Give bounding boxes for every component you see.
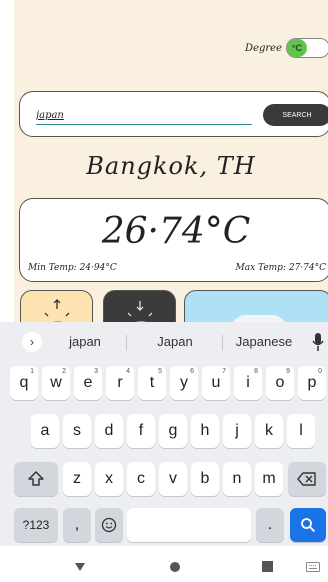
key-l[interactable]: l <box>287 414 315 448</box>
backspace-key[interactable] <box>288 462 326 496</box>
recents-icon[interactable] <box>262 561 273 572</box>
search-input[interactable] <box>36 107 252 125</box>
condition-tile[interactable] <box>184 290 328 322</box>
key-y[interactable]: y6 <box>170 366 198 400</box>
key-c[interactable]: c <box>127 462 155 496</box>
key-letter: r <box>117 374 123 391</box>
key-q[interactable]: q1 <box>10 366 38 400</box>
sunrise-arrow-icon <box>44 299 70 317</box>
key-t[interactable]: t5 <box>138 366 166 400</box>
key-p[interactable]: p0 <box>298 366 326 400</box>
search-icon <box>301 518 316 533</box>
key-number-hint: 3 <box>94 368 98 375</box>
emoji-key[interactable] <box>95 508 123 542</box>
key-j[interactable]: j <box>223 414 251 448</box>
key-letter: i <box>246 374 250 391</box>
degree-toggle-row: Degree °C <box>245 38 328 58</box>
shift-icon <box>28 471 44 486</box>
sunrise-tile[interactable] <box>20 290 93 322</box>
search-enter-key[interactable] <box>290 508 326 542</box>
key-i[interactable]: i8 <box>234 366 262 400</box>
system-nav-bar <box>0 546 328 582</box>
key-h[interactable]: h <box>191 414 219 448</box>
key-number-hint: 9 <box>286 368 290 375</box>
search-card: SEARCH <box>19 91 328 137</box>
key-k[interactable]: k <box>255 414 283 448</box>
key-w[interactable]: w2 <box>42 366 70 400</box>
key-letter: e <box>83 374 93 391</box>
suggestion-bar: › japan Japan Japanese <box>0 322 328 362</box>
key-o[interactable]: o9 <box>266 366 294 400</box>
key-s[interactable]: s <box>63 414 91 448</box>
key-letter: t <box>149 374 155 391</box>
soft-keyboard: › japan Japan Japanese q1 w2 e3 r4 t5 y6… <box>0 322 328 546</box>
key-m[interactable]: m <box>255 462 283 496</box>
comma-key[interactable]: , <box>63 508 91 542</box>
suggestion-item[interactable]: Japanese <box>224 334 304 349</box>
current-temperature: 26·74°C <box>101 211 251 252</box>
key-a[interactable]: a <box>31 414 59 448</box>
key-number-hint: 2 <box>62 368 66 375</box>
suggestion-divider <box>126 335 127 351</box>
key-g[interactable]: g <box>159 414 187 448</box>
degree-toggle[interactable]: °C <box>286 38 328 58</box>
suggestion-item[interactable]: Japan <box>132 334 218 349</box>
key-letter: u <box>211 374 221 391</box>
weather-app: Degree °C SEARCH Bangkok, TH 26·74°C Min… <box>14 0 328 322</box>
city-title: Bangkok, TH <box>86 152 256 180</box>
key-e[interactable]: e3 <box>74 366 102 400</box>
key-number-hint: 8 <box>254 368 258 375</box>
key-u[interactable]: u7 <box>202 366 230 400</box>
emoji-icon <box>101 517 117 533</box>
symbols-key[interactable]: ?123 <box>14 508 58 542</box>
period-key[interactable]: . <box>256 508 284 542</box>
keyboard-switch-icon[interactable] <box>306 562 320 572</box>
degree-toggle-knob[interactable]: °C <box>287 39 307 57</box>
shift-key[interactable] <box>14 462 58 496</box>
temperature-card: 26·74°C Min Temp: 24·94°C Max Temp: 27·7… <box>19 198 328 282</box>
suggestion-item[interactable]: japan <box>50 334 120 349</box>
spacebar-key[interactable] <box>127 508 251 542</box>
key-z[interactable]: z <box>63 462 91 496</box>
max-temperature: Max Temp: 27·74°C <box>235 263 327 273</box>
microphone-icon[interactable] <box>312 332 324 352</box>
key-d[interactable]: d <box>95 414 123 448</box>
key-number-hint: 5 <box>158 368 162 375</box>
min-temperature: Min Temp: 24·94°C <box>28 263 117 273</box>
key-v[interactable]: v <box>159 462 187 496</box>
key-letter: o <box>275 374 285 391</box>
key-n[interactable]: n <box>223 462 251 496</box>
key-letter: w <box>50 374 62 391</box>
key-b[interactable]: b <box>191 462 219 496</box>
degree-label: Degree <box>245 42 282 54</box>
cloud-icon <box>231 315 287 322</box>
key-number-hint: 7 <box>222 368 226 375</box>
key-letter: q <box>19 374 29 391</box>
backspace-icon <box>297 472 316 486</box>
key-f[interactable]: f <box>127 414 155 448</box>
home-icon[interactable] <box>169 561 181 573</box>
chevron-right-icon[interactable]: › <box>22 332 42 352</box>
key-x[interactable]: x <box>95 462 123 496</box>
key-r[interactable]: r4 <box>106 366 134 400</box>
sunset-tile[interactable] <box>103 290 176 322</box>
key-number-hint: 1 <box>30 368 34 375</box>
sunset-arrow-icon <box>127 301 153 317</box>
key-number-hint: 6 <box>190 368 194 375</box>
key-letter: y <box>180 374 188 391</box>
key-letter: p <box>307 374 317 391</box>
search-button[interactable]: SEARCH <box>263 104 328 126</box>
back-icon[interactable] <box>74 562 86 572</box>
suggestion-divider <box>222 335 223 351</box>
key-number-hint: 0 <box>318 368 322 375</box>
key-number-hint: 4 <box>126 368 130 375</box>
